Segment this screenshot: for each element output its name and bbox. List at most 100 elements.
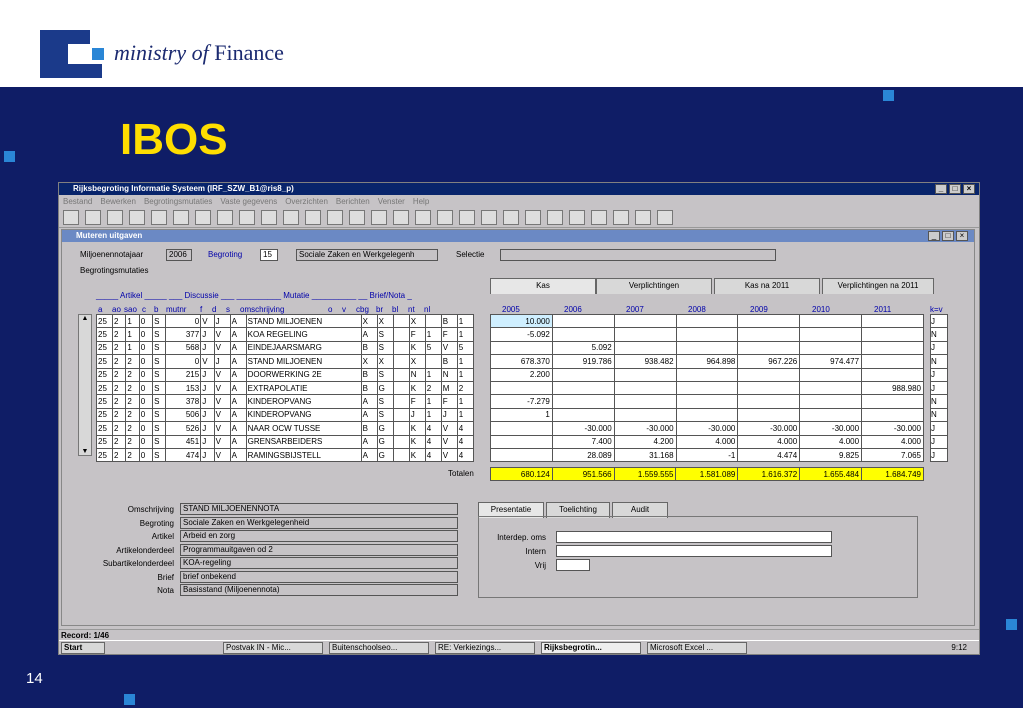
kv-cell[interactable]: N [930,327,948,342]
table-cell[interactable]: V [213,340,231,356]
amount-cell[interactable] [490,340,553,356]
toolbar-button[interactable] [283,210,299,225]
table-cell[interactable]: J [213,313,231,329]
table-cell[interactable]: 568 [165,340,202,356]
table-cell[interactable]: 2 [125,354,140,369]
toolbar-button[interactable] [459,210,475,225]
table-cell[interactable] [392,367,410,382]
table-cell[interactable]: 451 [165,434,202,449]
table-cell[interactable]: 4 [456,434,475,449]
table-cell[interactable] [424,313,442,329]
kv-cell[interactable]: J [930,367,948,382]
table-cell[interactable]: N [440,367,458,382]
scroll-down-icon[interactable]: ▼ [79,448,91,455]
table-cell[interactable]: S [152,313,167,329]
amount-cell[interactable]: 2.200 [490,367,553,382]
amount-cell[interactable] [861,367,924,382]
table-cell[interactable]: K [408,340,426,356]
table-cell[interactable]: 1 [125,313,140,329]
table-cell[interactable]: B [440,354,458,369]
table-cell[interactable]: G [376,434,394,449]
amount-cell[interactable] [799,367,863,382]
table-cell[interactable]: B [360,340,378,356]
table-cell[interactable]: V [440,340,458,356]
amount-cell[interactable] [613,380,677,396]
table-cell[interactable]: J [440,407,458,423]
kv-row[interactable]: N [930,394,948,409]
table-row[interactable]: 25 2 1 0 S 0 V J A STAND MILJOENEN X X X B 1 [95,313,475,329]
toolbar-button[interactable] [217,210,233,225]
table-cell[interactable]: N [408,367,426,382]
table-row[interactable]: 25 2 2 0 S 153 J V A EXTRAPOLATIE B G K 2 M 2 [95,380,475,396]
table-cell[interactable]: 25 [95,407,114,423]
amount-cell[interactable]: 10.000 [490,313,553,329]
table-cell[interactable]: 1 [456,407,475,423]
amount-cell[interactable] [737,407,801,423]
menu-item[interactable]: Help [413,197,429,206]
table-cell[interactable]: A [229,340,247,356]
amount-row[interactable]: 988.980 [490,380,924,396]
table-cell[interactable]: 378 [165,394,202,409]
table-cell[interactable] [392,380,410,396]
menu-item[interactable]: Bewerken [100,197,136,206]
table-cell[interactable]: F [440,394,458,409]
amount-cell[interactable]: 967.226 [737,354,801,369]
amount-cell[interactable]: 9.825 [799,447,863,463]
table-row[interactable]: 25 2 2 0 S 215 J V A DOORWERKING 2E B S N 1 N 1 [95,367,475,382]
table-cell[interactable]: 25 [95,380,114,396]
toolbar-button[interactable] [195,210,211,225]
amount-row[interactable]: -5.092 [490,327,924,342]
toolbar-button[interactable] [503,210,519,225]
table-cell[interactable]: 215 [165,367,202,382]
table-cell[interactable]: RAMINGSBIJSTELL [245,447,362,463]
table-cell[interactable] [392,421,410,436]
amount-cell[interactable]: 988.980 [861,380,924,396]
scroll-up-icon[interactable]: ▲ [79,315,91,322]
table-cell[interactable]: 0 [138,380,154,396]
amount-cell[interactable] [737,367,801,382]
table-cell[interactable]: A [360,434,378,449]
amount-cell[interactable] [613,394,677,409]
tab-verplichtingen[interactable]: Verplichtingen [596,278,712,294]
table-cell[interactable]: 1 [125,327,140,342]
toolbar-button[interactable] [63,210,79,225]
amount-cell[interactable] [675,313,739,329]
table-cell[interactable]: A [229,434,247,449]
table-cell[interactable]: S [152,434,167,449]
tab-kas-na-2011[interactable]: Kas na 2011 [714,278,820,294]
amount-cell[interactable] [490,447,553,463]
maximize-button[interactable]: □ [949,184,961,194]
kv-cell[interactable]: J [930,340,948,356]
table-cell[interactable] [392,447,410,463]
amount-cell[interactable]: 4.000 [799,434,863,449]
amount-cell[interactable] [799,407,863,423]
amount-cell[interactable] [861,407,924,423]
amount-cell[interactable] [799,340,863,356]
table-cell[interactable]: V [200,313,215,329]
kv-cell[interactable]: J [930,421,948,436]
kv-cell[interactable]: J [930,380,948,396]
table-cell[interactable]: K [408,434,426,449]
toolbar-button[interactable] [437,210,453,225]
table-cell[interactable]: 2 [112,380,127,396]
table-cell[interactable]: A [229,367,247,382]
table-cell[interactable]: A [229,327,247,342]
table-cell[interactable] [392,313,410,329]
toolbar-button[interactable] [591,210,607,225]
table-cell[interactable]: F [408,327,426,342]
amount-row[interactable]: 1 [490,407,924,423]
selectie-field[interactable] [500,249,776,261]
table-cell[interactable]: V [440,434,458,449]
table-cell[interactable]: V [213,421,231,436]
table-row[interactable]: 25 2 2 0 S 474 J V A RAMINGSBIJSTELL A G K 4 V 4 [95,447,475,463]
table-cell[interactable]: S [152,407,167,423]
amount-cell[interactable] [799,327,863,342]
table-cell[interactable]: J [200,434,215,449]
toolbar-button[interactable] [129,210,145,225]
toolbar-button[interactable] [107,210,123,225]
amount-cell[interactable] [737,380,801,396]
table-cell[interactable]: 25 [95,421,114,436]
table-cell[interactable]: A [360,447,378,463]
amount-cell[interactable] [737,327,801,342]
amount-cell[interactable] [737,340,801,356]
